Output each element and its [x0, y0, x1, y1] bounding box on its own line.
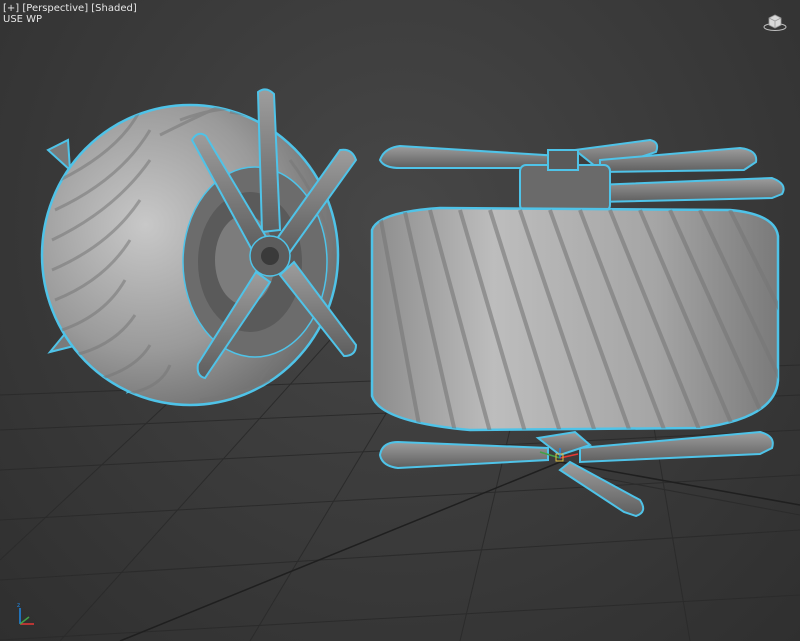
propeller-top[interactable]	[378, 138, 785, 212]
viewport-scene[interactable]	[0, 0, 800, 641]
wheel-model-left[interactable]	[40, 88, 358, 407]
viewport-shading-menu[interactable]: [Shaded]	[91, 3, 136, 14]
3d-viewport[interactable]: [+] [Perspective] [Shaded] USE WP z	[0, 0, 800, 641]
svg-text:z: z	[17, 602, 20, 609]
tire-prong	[46, 138, 72, 173]
propeller-bottom[interactable]	[378, 430, 774, 518]
world-axis-tripod-icon: z	[17, 602, 34, 625]
viewcube-icon[interactable]	[762, 10, 788, 32]
viewport-sub-label: USE WP	[3, 14, 43, 25]
wheel-model-right[interactable]	[370, 138, 790, 518]
viewport-point-of-view-menu[interactable]: [Perspective]	[22, 3, 88, 14]
viewport-label-menu[interactable]: [+] [Perspective] [Shaded]	[3, 3, 137, 14]
viewport-general-menu[interactable]: [+]	[3, 3, 19, 14]
grid-axis-line	[119, 461, 561, 641]
